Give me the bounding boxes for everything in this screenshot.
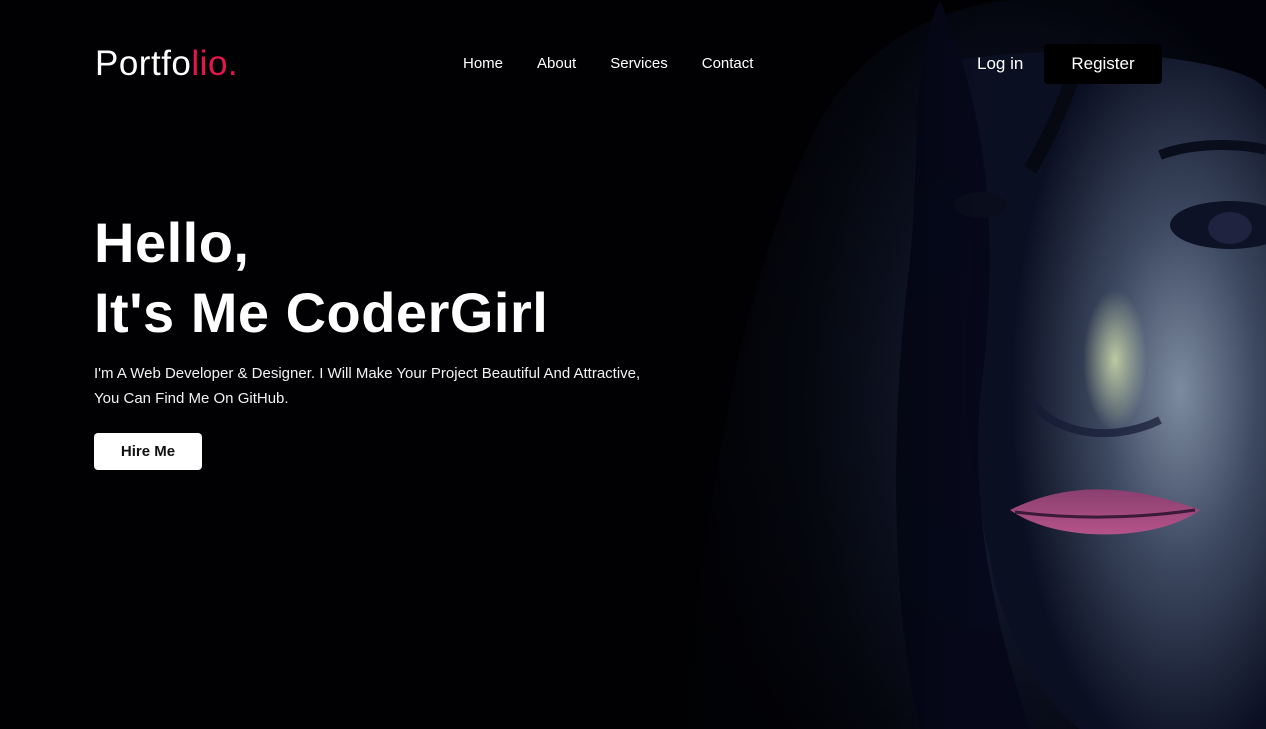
nav-item-about[interactable]: About bbox=[537, 55, 576, 72]
hire-me-button[interactable]: Hire Me bbox=[94, 433, 202, 470]
hero-section: Hello, It's Me CoderGirl I'm A Web Devel… bbox=[94, 208, 714, 470]
logo-text-accent: lio. bbox=[191, 44, 239, 83]
hero-heading-line1: Hello, bbox=[94, 211, 250, 274]
nav-item-contact[interactable]: Contact bbox=[702, 55, 754, 72]
login-link[interactable]: Log in bbox=[977, 54, 1023, 74]
main-nav: Home About Services Contact bbox=[463, 55, 753, 72]
hero-description-line2: You Can Find Me On GitHub. bbox=[94, 390, 289, 407]
nav-item-home[interactable]: Home bbox=[463, 55, 503, 72]
landing-page: Portfolio. Home About Services Contact L… bbox=[0, 0, 1266, 729]
nav-item-services[interactable]: Services bbox=[610, 55, 668, 72]
hero-description-line1: I'm A Web Developer & Designer. I Will M… bbox=[94, 365, 641, 382]
logo-text-main: Portfo bbox=[95, 44, 192, 83]
register-button[interactable]: Register bbox=[1044, 44, 1162, 84]
hero-heading: Hello, It's Me CoderGirl bbox=[94, 208, 714, 348]
hero-description: I'm A Web Developer & Designer. I Will M… bbox=[94, 361, 704, 411]
hero-heading-line2: It's Me CoderGirl bbox=[94, 281, 549, 344]
brand-logo[interactable]: Portfolio. bbox=[95, 44, 238, 84]
